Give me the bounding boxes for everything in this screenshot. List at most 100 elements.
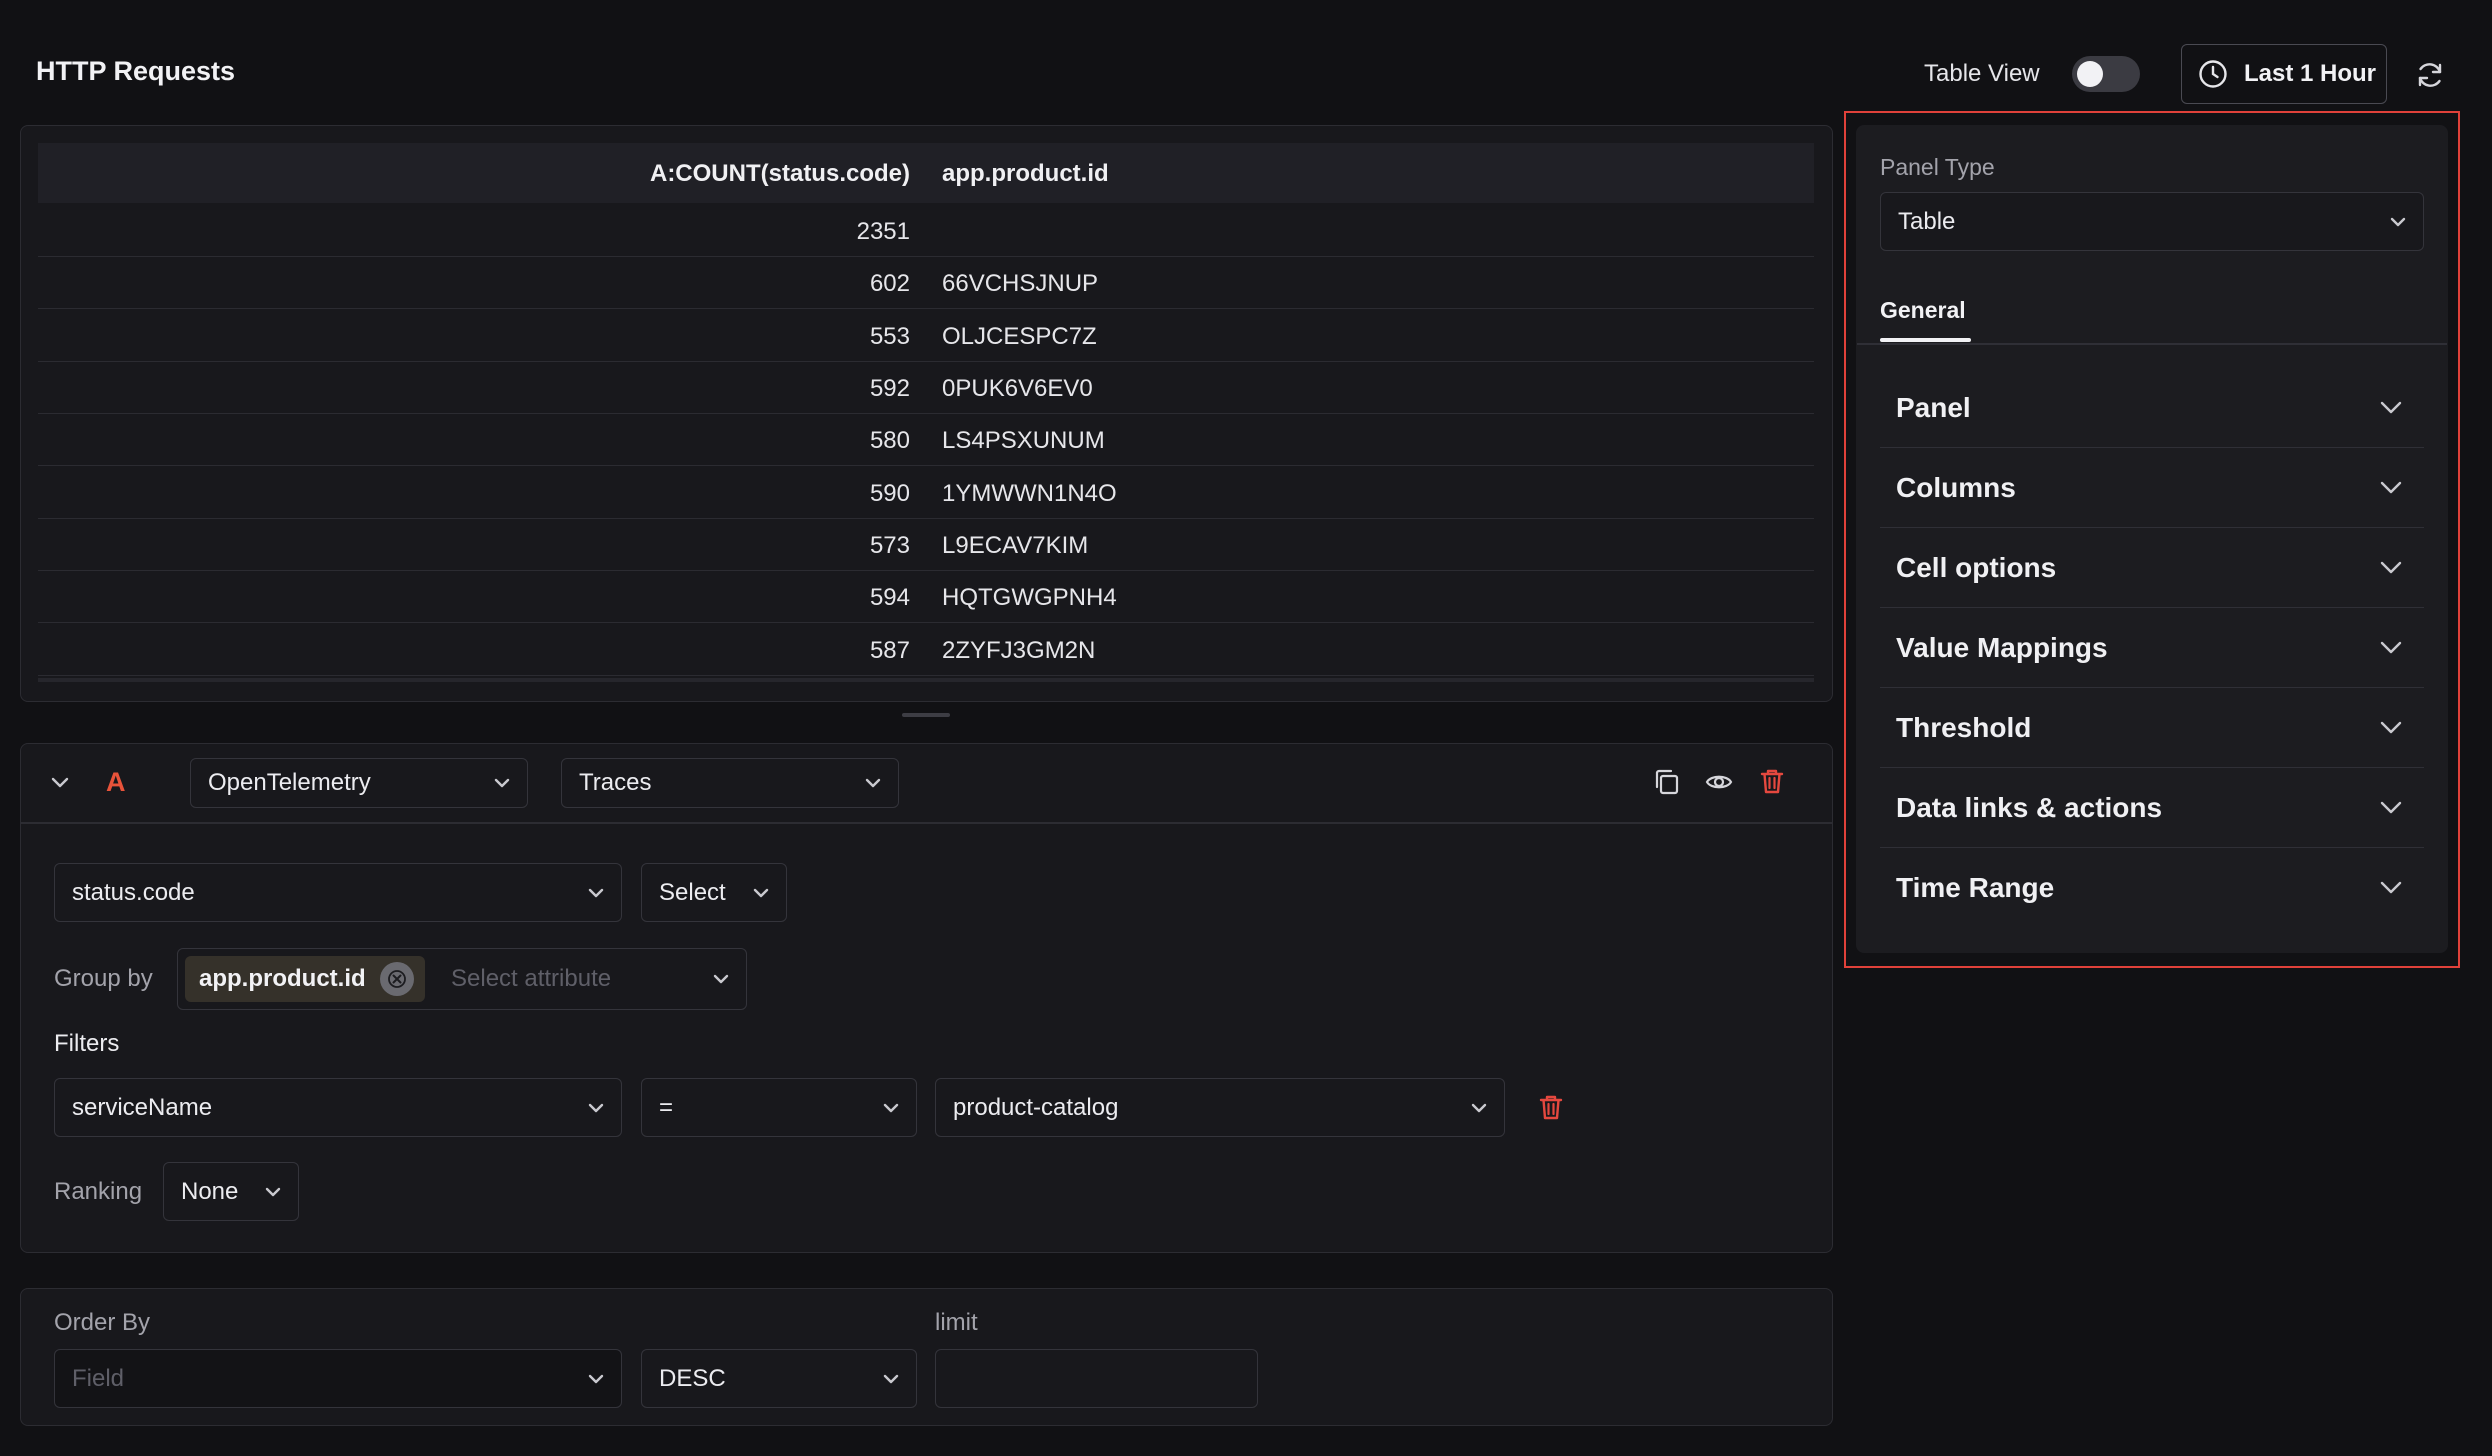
section-label: Threshold xyxy=(1896,712,2032,743)
section-label: Cell options xyxy=(1896,552,2057,583)
order-by-label: Order By xyxy=(54,1309,151,1336)
section-data-links[interactable]: Data links & actions xyxy=(1880,768,2424,848)
resize-handle[interactable] xyxy=(902,713,950,717)
order-direction-select[interactable]: DESC xyxy=(641,1349,917,1408)
table-row[interactable]: 553 OLJCESPC7Z xyxy=(38,310,1814,362)
cell-count: 2351 xyxy=(856,218,910,245)
section-label: Time Range xyxy=(1896,872,2055,903)
chevron-down-icon xyxy=(2378,558,2404,578)
collapse-query-button[interactable] xyxy=(48,770,72,794)
table-row[interactable]: 573 L9ECAV7KIM xyxy=(38,519,1814,571)
remove-chip-button[interactable] xyxy=(380,962,414,996)
trash-icon xyxy=(1539,1095,1563,1120)
filter-operator-value: = xyxy=(659,1093,674,1121)
cell-count: 587 xyxy=(869,637,910,664)
section-time-range[interactable]: Time Range xyxy=(1880,848,2424,928)
time-range-button[interactable]: Last 1 Hour xyxy=(2181,44,2387,104)
cell-count: 553 xyxy=(869,323,910,350)
close-icon xyxy=(388,970,406,988)
signal-select[interactable]: Traces xyxy=(561,758,899,808)
divider xyxy=(21,822,1832,824)
chevron-down-icon xyxy=(862,772,884,794)
cell-count: 590 xyxy=(869,480,910,507)
table-view-label: Table View xyxy=(1924,60,2040,87)
ranking-label: Ranking xyxy=(54,1178,143,1205)
section-panel[interactable]: Panel xyxy=(1880,368,2424,448)
table-row[interactable]: 2351 xyxy=(38,205,1814,257)
duplicate-query-button[interactable] xyxy=(1652,767,1682,797)
filter-value-select[interactable]: product-catalog xyxy=(935,1078,1505,1137)
datasource-select[interactable]: OpenTelemetry xyxy=(190,758,528,808)
cell-product-id: OLJCESPC7Z xyxy=(942,323,1097,350)
toggle-knob xyxy=(2077,61,2103,87)
table-row[interactable]: 592 0PUK6V6EV0 xyxy=(38,362,1814,414)
group-by-label: Group by xyxy=(54,965,153,992)
filter-operator-select[interactable]: = xyxy=(641,1078,917,1137)
table-row[interactable]: 580 LS4PSXUNUM xyxy=(38,414,1814,466)
chevron-down-icon xyxy=(880,1097,902,1119)
order-by-field-select[interactable]: Field xyxy=(54,1349,622,1408)
section-label: Columns xyxy=(1896,472,2016,503)
ranking-value: None xyxy=(181,1177,239,1205)
attribute-value: status.code xyxy=(72,878,195,906)
section-value-mappings[interactable]: Value Mappings xyxy=(1880,608,2424,688)
group-by-chip-label: app.product.id xyxy=(199,965,366,992)
panel-type-label: Panel Type xyxy=(1880,154,1995,180)
column-header-product-id[interactable]: app.product.id xyxy=(942,160,1109,188)
section-cell-options[interactable]: Cell options xyxy=(1880,528,2424,608)
chevron-down-icon xyxy=(2378,478,2404,498)
table-row[interactable]: 602 66VCHSJNUP xyxy=(38,257,1814,309)
chevron-down-icon xyxy=(491,772,513,794)
limit-label: limit xyxy=(935,1309,978,1336)
table-row[interactable]: 590 1YMWWN1N4O xyxy=(38,467,1814,519)
panel-type-select[interactable]: Table xyxy=(1880,192,2424,251)
cell-product-id: HQTGWGPNH4 xyxy=(942,584,1117,611)
ranking-select[interactable]: None xyxy=(163,1162,299,1221)
chevron-down-icon xyxy=(51,777,69,788)
group-by-placeholder: Select attribute xyxy=(451,965,612,992)
refresh-icon xyxy=(2418,63,2442,87)
chevron-down-icon xyxy=(2378,638,2404,658)
cell-count: 592 xyxy=(869,375,910,402)
section-label: Panel xyxy=(1896,392,1971,423)
aggregation-select[interactable]: Select xyxy=(641,863,787,922)
order-direction-value: DESC xyxy=(659,1364,726,1392)
chevron-down-icon xyxy=(880,1368,902,1390)
divider xyxy=(1857,343,2447,345)
chevron-down-icon xyxy=(262,1181,284,1203)
section-label: Value Mappings xyxy=(1896,632,2108,663)
attribute-select[interactable]: status.code xyxy=(54,863,622,922)
toggle-visibility-button[interactable] xyxy=(1704,767,1734,797)
cell-product-id: LS4PSXUNUM xyxy=(942,427,1105,454)
cell-count: 580 xyxy=(869,427,910,454)
tab-general[interactable]: General xyxy=(1880,297,1966,324)
cell-product-id: 2ZYFJ3GM2N xyxy=(942,637,1096,664)
group-by-chip: app.product.id xyxy=(185,956,425,1002)
delete-filter-button[interactable] xyxy=(1536,1092,1566,1122)
section-threshold[interactable]: Threshold xyxy=(1880,688,2424,768)
chevron-down-icon xyxy=(710,968,732,990)
cell-product-id: 1YMWWN1N4O xyxy=(942,480,1117,507)
table-scrollbar-track[interactable] xyxy=(38,678,1814,682)
cell-product-id: 0PUK6V6EV0 xyxy=(942,375,1093,402)
table-row[interactable]: 587 2ZYFJ3GM2N xyxy=(38,624,1814,676)
chevron-down-icon xyxy=(2387,211,2409,233)
chevron-down-icon xyxy=(2378,718,2404,738)
active-tab-indicator xyxy=(1880,338,1971,342)
column-header-count[interactable]: A:COUNT(status.code) xyxy=(650,160,910,188)
table-row[interactable]: 594 HQTGWGPNH4 xyxy=(38,571,1814,623)
cell-count: 573 xyxy=(869,532,910,559)
cell-product-id: 66VCHSJNUP xyxy=(942,270,1099,297)
filters-label: Filters xyxy=(54,1030,120,1057)
chevron-down-icon xyxy=(750,882,772,904)
chevron-down-icon xyxy=(585,1097,607,1119)
chevron-down-icon xyxy=(585,1368,607,1390)
filter-field-select[interactable]: serviceName xyxy=(54,1078,622,1137)
page-title: HTTP Requests xyxy=(36,56,236,86)
section-label: Data links & actions xyxy=(1896,792,2163,823)
section-columns[interactable]: Columns xyxy=(1880,448,2424,528)
delete-query-button[interactable] xyxy=(1757,766,1787,796)
limit-input[interactable] xyxy=(935,1349,1258,1408)
refresh-button[interactable] xyxy=(2413,58,2447,92)
table-view-toggle[interactable] xyxy=(2072,56,2140,92)
